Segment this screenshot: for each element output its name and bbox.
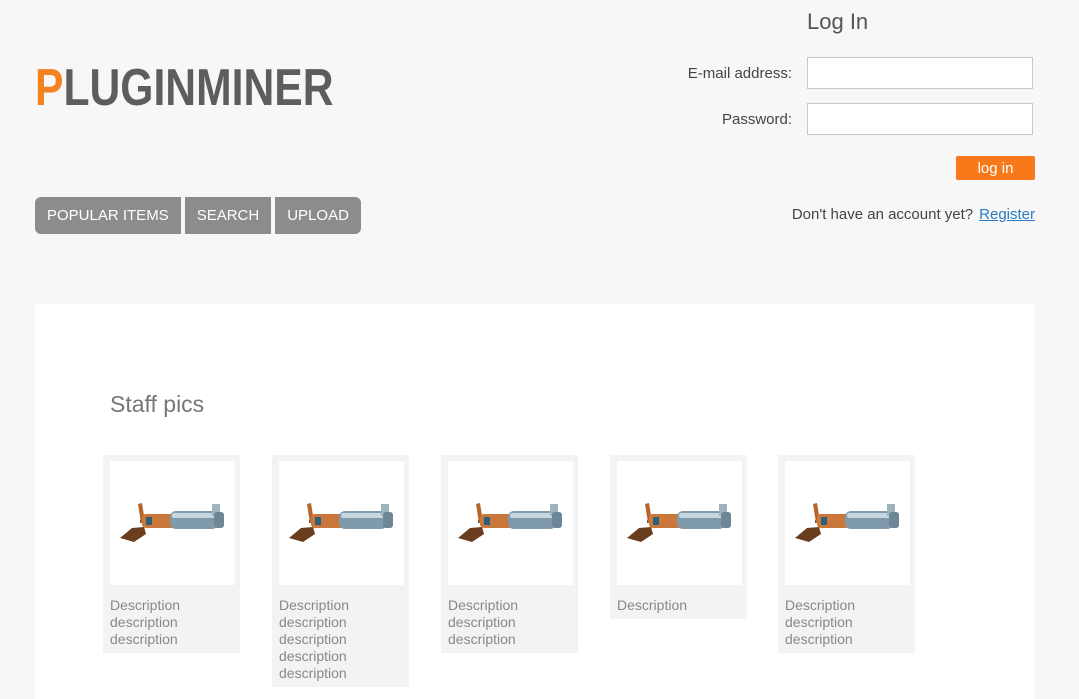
site-logo[interactable]: PLUGINMINER xyxy=(35,62,333,114)
login-button[interactable]: log in xyxy=(956,156,1035,180)
register-prompt: Don't have an account yet? Register xyxy=(792,206,1035,223)
register-link[interactable]: Register xyxy=(979,206,1035,223)
email-field[interactable] xyxy=(807,57,1033,89)
main-nav: POPULAR ITEMS SEARCH UPLOAD xyxy=(35,197,361,234)
nav-popular-items[interactable]: POPULAR ITEMS xyxy=(35,197,181,234)
password-label: Password: xyxy=(721,111,792,128)
logo-first-letter: P xyxy=(35,59,64,117)
email-label: E-mail address: xyxy=(687,65,792,82)
item-card[interactable]: Description description description xyxy=(441,455,578,653)
item-thumbnail[interactable] xyxy=(279,461,404,585)
blaster-gun-icon xyxy=(794,503,899,542)
login-title: Log In xyxy=(807,9,869,34)
item-thumbnail[interactable] xyxy=(785,461,910,585)
section-title: Staff pics xyxy=(110,391,205,417)
item-description: Description description description xyxy=(785,597,856,647)
item-card[interactable]: Description xyxy=(610,455,747,619)
logo-text: LUGINMINER xyxy=(63,59,334,117)
main-content: Staff pics Description description descr… xyxy=(35,304,1035,699)
nav-upload[interactable]: UPLOAD xyxy=(275,197,361,234)
nav-search[interactable]: SEARCH xyxy=(184,197,272,234)
item-card[interactable]: Description description description desc… xyxy=(272,455,409,687)
item-description: Description description description xyxy=(448,597,519,647)
no-account-text: Don't have an account yet? xyxy=(791,206,974,223)
blaster-gun-icon xyxy=(288,503,393,542)
item-thumbnail[interactable] xyxy=(448,461,573,585)
item-description: Description description description desc… xyxy=(279,597,350,681)
item-thumbnail[interactable] xyxy=(617,461,742,585)
blaster-gun-icon xyxy=(626,503,731,542)
blaster-gun-icon xyxy=(457,503,562,542)
item-description: Description xyxy=(617,597,688,613)
item-thumbnail[interactable] xyxy=(110,461,235,585)
item-card[interactable]: Description description description xyxy=(103,455,240,653)
item-description: Description description description xyxy=(110,597,181,647)
password-field[interactable] xyxy=(807,103,1033,135)
item-card[interactable]: Description description description xyxy=(778,455,915,653)
page: PLUGINMINER Log In E-mail address: Passw… xyxy=(0,0,1079,699)
blaster-gun-icon xyxy=(119,503,224,542)
